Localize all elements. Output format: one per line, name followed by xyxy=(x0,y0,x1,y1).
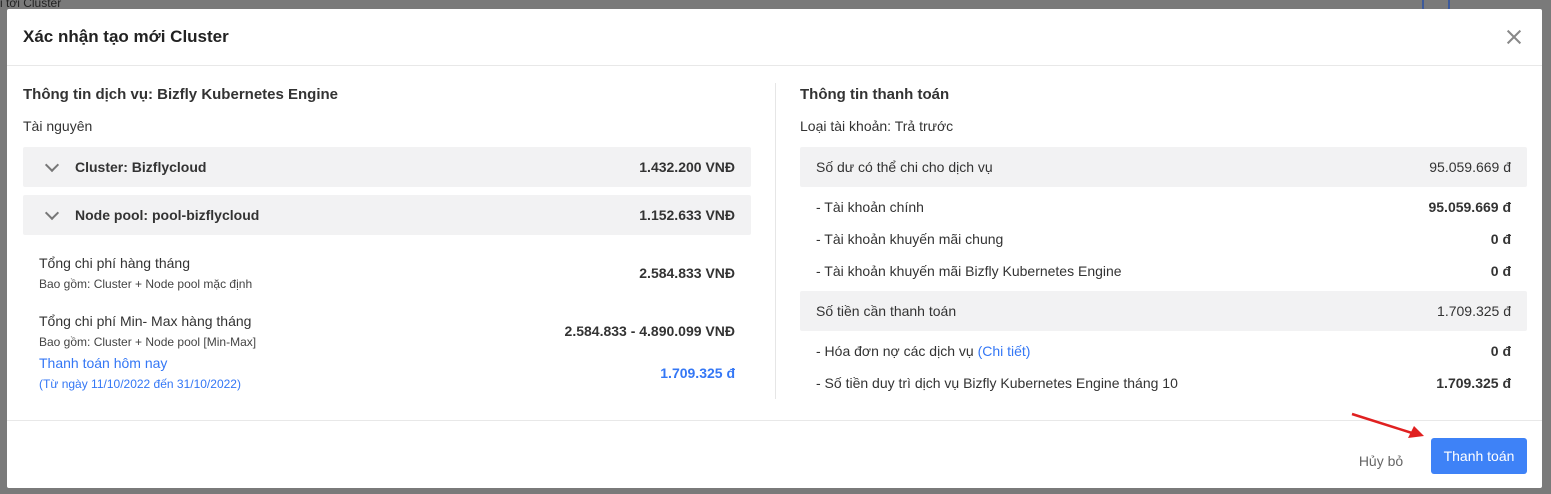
modal-footer: Hủy bỏ Thanh toán xyxy=(7,420,1542,489)
modal-header: Xác nhận tạo mới Cluster xyxy=(7,9,1542,66)
resources-label: Tài nguyên xyxy=(23,118,93,134)
monthly-total-amount: 2.584.833 VNĐ xyxy=(639,265,735,281)
service-info-title: Thông tin dịch vụ: Bizfly Kubernetes Eng… xyxy=(23,86,339,103)
maintain-fee-amount: 1.709.325 đ xyxy=(1436,375,1511,391)
monthly-total-label: Tổng chi phí hàng tháng xyxy=(39,255,191,271)
close-icon[interactable] xyxy=(1504,27,1524,47)
pay-today-label: Thanh toán hôm nay xyxy=(39,355,168,371)
amount-due-amount: 1.709.325 đ xyxy=(1437,303,1511,319)
pay-today-period: (Từ ngày 11/10/2022 đến 31/10/2022) xyxy=(39,377,241,391)
minmax-total-note: Bao gồm: Cluster + Node pool [Min-Max] xyxy=(39,335,257,349)
promo-account-amount: 0 đ xyxy=(1490,231,1511,247)
pay-button[interactable]: Thanh toán xyxy=(1431,438,1527,474)
balance-amount: 95.059.669 đ xyxy=(1429,159,1511,175)
minmax-total-row: Tổng chi phí Min- Max hàng tháng Bao gồm… xyxy=(23,291,751,349)
cancel-button[interactable]: Hủy bỏ xyxy=(1337,443,1425,479)
maintain-fee-label: - Số tiền duy trì dịch vụ Bizfly Kuberne… xyxy=(816,375,1178,391)
payment-info-title: Thông tin thanh toán xyxy=(800,86,950,103)
debt-detail-link[interactable]: (Chi tiết) xyxy=(978,343,1031,359)
node-pool-cost-row[interactable]: Node pool: pool-bizflycloud 1.152.633 VN… xyxy=(23,195,751,235)
minmax-total-amount: 2.584.833 - 4.890.099 VNĐ xyxy=(564,323,735,339)
balance-label: Số dư có thể chi cho dịch vụ xyxy=(816,159,993,175)
pay-today-row: Thanh toán hôm nay (Từ ngày 11/10/2022 đ… xyxy=(23,349,751,391)
node-pool-amount: 1.152.633 VNĐ xyxy=(639,207,735,223)
minmax-total-label: Tổng chi phí Min- Max hàng tháng xyxy=(39,313,252,329)
main-account-row: - Tài khoản chính 95.059.669 đ xyxy=(800,191,1527,223)
confirm-create-cluster-modal: Xác nhận tạo mới Cluster Thông tin dịch … xyxy=(7,9,1542,488)
chevron-down-icon[interactable] xyxy=(44,205,60,221)
bke-promo-account-amount: 0 đ xyxy=(1490,263,1511,279)
payment-info-panel: Thông tin thanh toán Loại tài khoản: Trả… xyxy=(800,85,1527,399)
main-account-label: - Tài khoản chính xyxy=(816,199,924,215)
annotation-arrow-icon xyxy=(1351,412,1424,438)
amount-due-row: Số tiền cần thanh toán 1.709.325 đ xyxy=(800,291,1527,331)
debt-invoice-label: - Hóa đơn nợ các dịch vụ xyxy=(816,343,974,359)
pay-today-amount: 1.709.325 đ xyxy=(660,365,735,381)
promo-account-row: - Tài khoản khuyến mãi chung 0 đ xyxy=(800,223,1527,255)
monthly-total-row: Tổng chi phí hàng tháng Bao gồm: Cluster… xyxy=(23,235,751,291)
debt-invoice-amount: 0 đ xyxy=(1490,343,1511,359)
service-info-panel: Thông tin dịch vụ: Bizfly Kubernetes Eng… xyxy=(23,85,751,391)
bke-promo-account-row: - Tài khoản khuyến mãi Bizfly Kubernetes… xyxy=(800,255,1527,287)
promo-account-label: - Tài khoản khuyến mãi chung xyxy=(816,231,1004,247)
debt-invoice-row: - Hóa đơn nợ các dịch vụ (Chi tiết) 0 đ xyxy=(800,335,1527,367)
monthly-total-note: Bao gồm: Cluster + Node pool mặc định xyxy=(39,277,253,291)
account-type: Loại tài khoản: Trả trước xyxy=(800,118,954,134)
chevron-down-icon[interactable] xyxy=(44,157,60,173)
balance-row: Số dư có thể chi cho dịch vụ 95.059.669 … xyxy=(800,147,1527,187)
amount-due-label: Số tiền cần thanh toán xyxy=(816,303,957,319)
node-pool-label: Node pool: pool-bizflycloud xyxy=(75,207,260,223)
modal-title: Xác nhận tạo mới Cluster xyxy=(23,27,229,46)
column-divider xyxy=(775,83,776,399)
balance-breakdown: - Tài khoản chính 95.059.669 đ - Tài kho… xyxy=(800,187,1527,287)
amount-due-breakdown: - Hóa đơn nợ các dịch vụ (Chi tiết) 0 đ … xyxy=(800,331,1527,399)
bke-promo-account-label: - Tài khoản khuyến mãi Bizfly Kubernetes… xyxy=(816,263,1122,279)
cluster-cost-row[interactable]: Cluster: Bizflycloud 1.432.200 VNĐ xyxy=(23,147,751,187)
cluster-label: Cluster: Bizflycloud xyxy=(75,159,207,175)
maintain-fee-row: - Số tiền duy trì dịch vụ Bizfly Kuberne… xyxy=(800,367,1527,399)
cluster-amount: 1.432.200 VNĐ xyxy=(639,159,735,175)
main-account-amount: 95.059.669 đ xyxy=(1428,199,1511,215)
